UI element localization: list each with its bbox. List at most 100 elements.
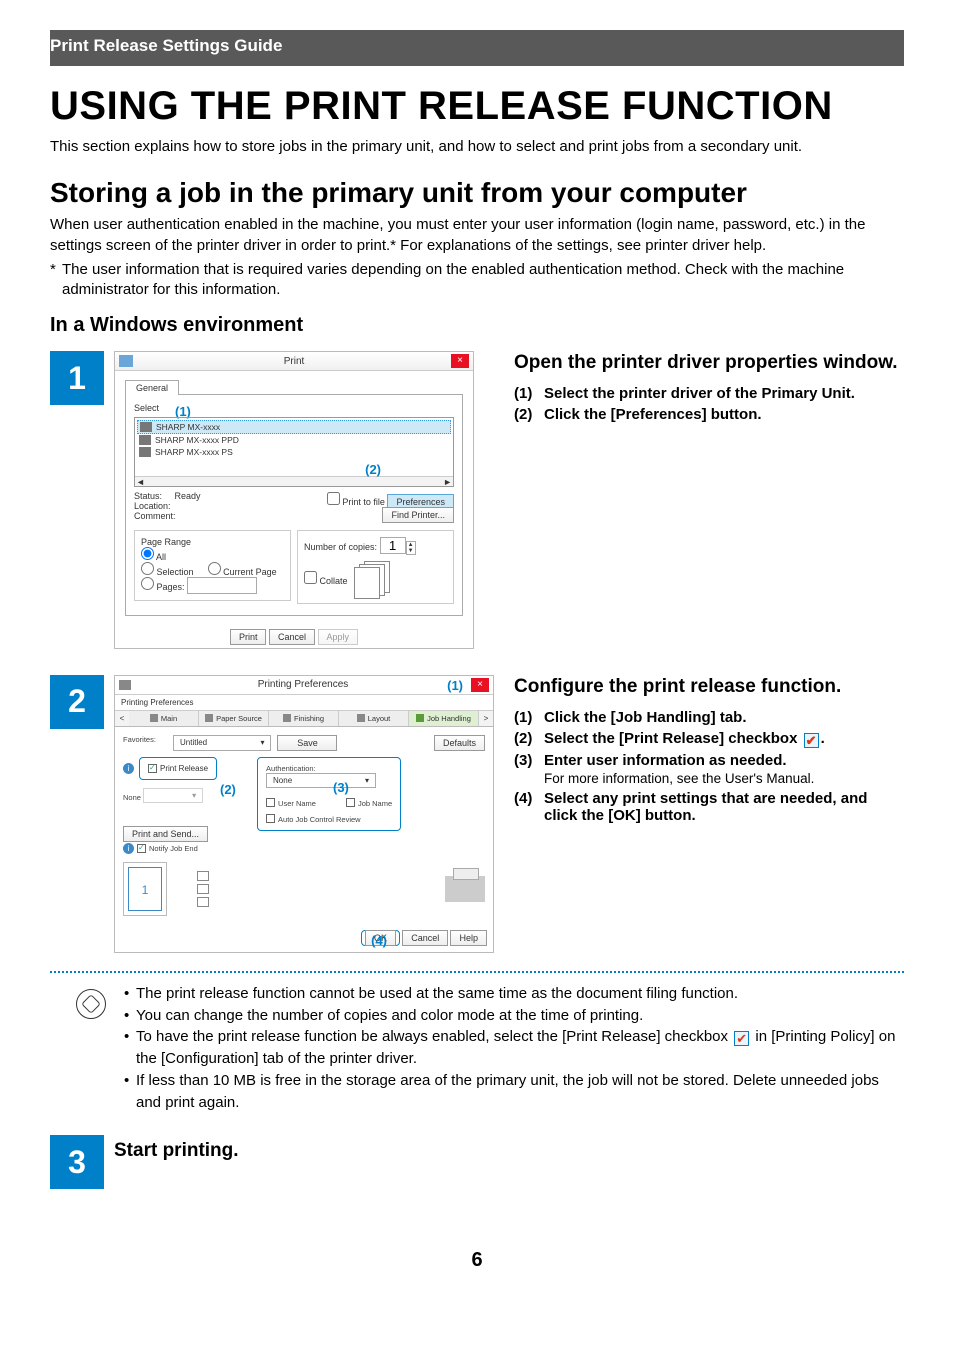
step-2-item-2: (2) Select the [Print Release] checkbox …	[514, 730, 904, 748]
step-2-title: Configure the print release function.	[514, 675, 904, 699]
step-2-item-3: (3) Enter user information as needed. Fo…	[514, 752, 904, 786]
close-icon[interactable]: ×	[471, 678, 489, 692]
step-1-row: 1 Print × General Select (1)	[50, 351, 904, 649]
job-handling-icon	[416, 714, 424, 722]
step-1-title: Open the printer driver properties windo…	[514, 351, 904, 375]
page-range-group: Page Range All Selection Current Page Pa…	[134, 530, 291, 601]
home-icon	[150, 714, 158, 722]
left-col: i Print Release None ▾ Print and Send...	[123, 757, 217, 854]
tab-nav-right[interactable]: >	[479, 711, 493, 726]
mini-icon[interactable]	[197, 884, 209, 894]
tab-general[interactable]: General	[125, 380, 179, 395]
printer-item-selected[interactable]: SHARP MX-xxxx	[137, 420, 451, 434]
print-release-checkbox[interactable]	[148, 764, 157, 773]
status-block: Status: Ready Location: Comment:	[134, 491, 201, 521]
print-button[interactable]: Print	[230, 629, 267, 645]
cancel-button[interactable]: Cancel	[269, 629, 315, 645]
copies-input[interactable]	[380, 537, 406, 554]
footnote-text: The user information that is required va…	[62, 260, 904, 301]
chevron-down-icon: ▾	[260, 738, 264, 748]
tab-main[interactable]: Main	[129, 711, 199, 726]
selection-radio[interactable]	[141, 562, 154, 575]
page-h1: USING THE PRINT RELEASE FUNCTION	[50, 84, 904, 129]
cancel-button[interactable]: Cancel	[402, 930, 448, 946]
print-dialog-footer: Print Cancel Apply	[115, 626, 473, 648]
notify-row: iNotify Job End	[123, 843, 217, 854]
all-radio[interactable]	[141, 547, 154, 560]
save-button[interactable]: Save	[277, 735, 337, 751]
step-2-item-1: (1) Click the [Job Handling] tab.	[514, 709, 904, 726]
copies-group: Number of copies: ▲▼ Collate	[297, 530, 454, 604]
printer-icon	[139, 447, 151, 457]
window-icon	[119, 680, 131, 690]
page-number: 6	[50, 1249, 904, 1272]
notes-row: •The print release function cannot be us…	[50, 983, 904, 1114]
callout-4: (4)	[371, 933, 387, 948]
tab-job-handling[interactable]: Job Handling	[409, 711, 479, 726]
print-and-send-row: Print and Send...	[123, 829, 217, 839]
page-preview: 1	[123, 862, 167, 916]
printer-item[interactable]: SHARP MX-xxxx PS	[137, 446, 451, 458]
pencil-icon	[81, 994, 101, 1014]
h-scrollbar[interactable]: ◄►	[135, 476, 453, 486]
favorites-select[interactable]: Untitled▾	[173, 735, 271, 751]
step-1-instructions: Open the printer driver properties windo…	[514, 351, 904, 427]
checkbox-icon: ✔	[734, 1031, 749, 1046]
printer-list[interactable]: SHARP MX-xxxx SHARP MX-xxxx PPD SHARP MX…	[134, 417, 454, 487]
close-icon[interactable]: ×	[451, 354, 469, 368]
pages-input[interactable]	[187, 577, 257, 594]
step-2-item-3-sub: For more information, see the User's Man…	[544, 771, 904, 786]
print-to-file-checkbox[interactable]	[327, 492, 340, 505]
step-1-badge: 1	[50, 351, 104, 405]
printer-icon	[119, 355, 133, 367]
pages-radio[interactable]	[141, 577, 154, 590]
callout-3: (3)	[333, 780, 349, 795]
checkbox-icon: ✔	[804, 733, 819, 748]
job-name-checkbox[interactable]	[346, 798, 355, 807]
step-3-instructions: Start printing.	[114, 1135, 904, 1173]
printer-item[interactable]: SHARP MX-xxxx PPD	[137, 434, 451, 446]
print-and-send-button[interactable]: Print and Send...	[123, 826, 208, 842]
mini-icon[interactable]	[197, 871, 209, 881]
tab-nav-left[interactable]: <	[115, 711, 129, 726]
chevron-down-icon: ▾	[192, 791, 196, 800]
mini-icon[interactable]	[197, 897, 209, 907]
printer-icon	[139, 435, 151, 445]
chevron-down-icon: ▾	[365, 776, 369, 785]
user-name-checkbox[interactable]	[266, 798, 275, 807]
tab-layout[interactable]: Layout	[339, 711, 409, 726]
info-icon: i	[123, 763, 134, 774]
help-button[interactable]: Help	[450, 930, 487, 946]
step-1-screenshot: Print × General Select (1) SHARP MX-xxxx…	[114, 351, 494, 649]
step-1-item-2: (2) Click the [Preferences] button.	[514, 406, 904, 423]
pref-title: Printing Preferences	[135, 679, 471, 690]
find-printer-button[interactable]: Find Printer...	[382, 507, 454, 523]
apply-button[interactable]: Apply	[318, 629, 359, 645]
auth-select[interactable]: None▾	[266, 773, 376, 788]
step-1-item-1: (1) Select the printer driver of the Pri…	[514, 385, 904, 402]
pref-top-label: Printing Preferences	[115, 695, 493, 711]
header-title: Print Release Settings Guide	[50, 36, 282, 55]
section-h2: Storing a job in the primary unit from y…	[50, 177, 904, 209]
h2-para2: * The user information that is required …	[50, 260, 904, 301]
none-select[interactable]: ▾	[143, 788, 203, 803]
intro-text: This section explains how to store jobs …	[50, 137, 904, 157]
pref-titlebar: Printing Preferences ×	[115, 676, 493, 695]
printer-graphic	[445, 876, 485, 902]
notes-text: •The print release function cannot be us…	[124, 983, 904, 1114]
pref-body: Favorites: Untitled▾ Save Defaults i Pri…	[115, 727, 493, 924]
notify-checkbox[interactable]	[137, 844, 146, 853]
step-3-title: Start printing.	[114, 1139, 904, 1163]
collate-checkbox[interactable]	[304, 571, 317, 584]
dotted-divider	[50, 971, 904, 973]
auto-review-checkbox[interactable]	[266, 814, 275, 823]
tray-icon	[205, 714, 213, 722]
subsection-h3: In a Windows environment	[50, 314, 904, 337]
current-page-radio[interactable]	[208, 562, 221, 575]
tab-finishing[interactable]: Finishing	[269, 711, 339, 726]
callout-2: (2)	[220, 782, 236, 797]
pref-block: Print to file Preferences Find Printer..…	[327, 492, 454, 520]
defaults-button[interactable]: Defaults	[434, 735, 485, 751]
tab-paper-source[interactable]: Paper Source	[199, 711, 269, 726]
copies-spinner[interactable]: ▲▼	[406, 541, 416, 555]
